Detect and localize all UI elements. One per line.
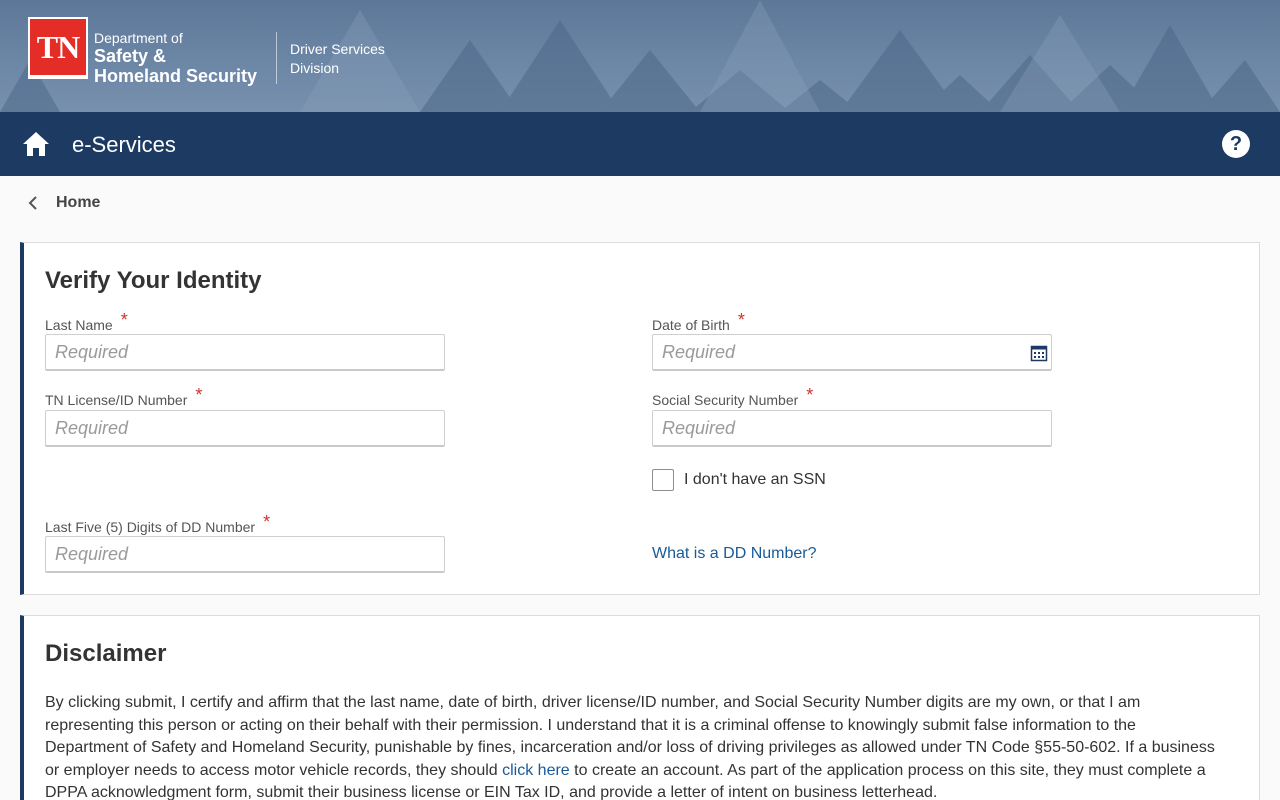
- dd-label: Last Five (5) Digits of DD Number *: [45, 512, 270, 537]
- license-label-text: TN License/ID Number: [45, 392, 188, 408]
- ssn-label: Social Security Number *: [652, 385, 813, 410]
- breadcrumb-home[interactable]: Home: [56, 194, 100, 212]
- calendar-icon[interactable]: [1030, 344, 1048, 362]
- dd-number-help-link[interactable]: What is a DD Number?: [652, 545, 817, 563]
- header-divider: [276, 32, 277, 84]
- last-name-label-text: Last Name: [45, 317, 113, 333]
- tn-logo[interactable]: TN: [28, 17, 88, 79]
- required-asterisk: *: [263, 512, 271, 532]
- division-line-1: Driver Services: [290, 41, 385, 57]
- app-title: e-Services: [72, 132, 176, 157]
- division-line-2: Division: [290, 60, 340, 76]
- breadcrumb[interactable]: Home: [26, 193, 100, 213]
- verify-title: Verify Your Identity: [45, 267, 262, 294]
- required-asterisk: *: [737, 310, 745, 330]
- disclaimer-text: By clicking submit, I certify and affirm…: [45, 692, 1215, 800]
- required-asterisk: *: [120, 310, 128, 330]
- dept-line-1: Department of: [94, 30, 183, 46]
- division-name: Driver Services Division: [290, 40, 385, 78]
- disclaimer-card: Disclaimer By clicking submit, I certify…: [20, 615, 1260, 800]
- last-name-input[interactable]: [45, 334, 445, 371]
- dd-number-input[interactable]: [45, 536, 445, 573]
- dept-line-3: Homeland Security: [94, 66, 258, 86]
- required-asterisk: *: [806, 385, 814, 405]
- help-icon[interactable]: ?: [1222, 130, 1250, 158]
- disclaimer-title: Disclaimer: [45, 640, 167, 667]
- dob-label: Date of Birth *: [652, 310, 745, 335]
- department-name[interactable]: Department of Safety & Homeland Security: [94, 30, 257, 86]
- no-ssn-checkbox[interactable]: [652, 469, 674, 491]
- dob-label-text: Date of Birth: [652, 317, 730, 333]
- ssn-input[interactable]: [652, 410, 1052, 447]
- site-banner: TN Department of Safety & Homeland Secur…: [0, 0, 1280, 112]
- verify-identity-card: Verify Your Identity Last Name * Date of …: [20, 242, 1260, 595]
- license-input[interactable]: [45, 410, 445, 447]
- no-ssn-label[interactable]: I don't have an SSN: [684, 471, 826, 489]
- ssn-label-text: Social Security Number: [652, 392, 799, 408]
- last-name-label: Last Name *: [45, 310, 128, 335]
- dob-input[interactable]: [652, 334, 1052, 371]
- license-label: TN License/ID Number *: [45, 385, 202, 410]
- required-asterisk: *: [195, 385, 203, 405]
- create-account-link[interactable]: click here: [502, 762, 570, 779]
- chevron-left-icon: [28, 196, 37, 210]
- top-navbar: e-Services ?: [0, 112, 1280, 176]
- dept-line-2: Safety &: [94, 46, 167, 66]
- dd-label-text: Last Five (5) Digits of DD Number: [45, 519, 256, 535]
- home-icon[interactable]: [21, 129, 51, 159]
- tn-logo-text: TN: [36, 29, 80, 65]
